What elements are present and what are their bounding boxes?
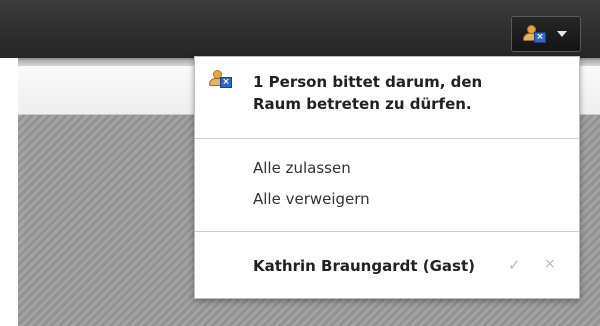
attendee-requests-button[interactable]: ×	[511, 16, 581, 52]
divider	[195, 231, 579, 232]
user-x-icon: ×	[209, 70, 233, 88]
request-message-line-1: 1 Person bittet darum, den	[253, 73, 483, 91]
top-toolbar: ×	[0, 0, 600, 58]
user-x-icon: ×	[523, 25, 547, 43]
request-summary: × 1 Person bittet darum, den Raum betret…	[195, 57, 579, 137]
request-message-line-2: Raum betreten zu dürfen.	[253, 95, 472, 113]
allow-all-menu-item[interactable]: Alle zulassen	[253, 159, 351, 177]
allow-check-icon[interactable]: ✓	[508, 256, 521, 274]
request-message: 1 Person bittet darum, den Raum betreten…	[253, 71, 553, 115]
guest-request-name: Kathrin Braungardt (Gast)	[253, 257, 475, 275]
deny-x-icon[interactable]: ×	[544, 256, 556, 272]
meeting-window: × × 1 Person bittet darum, den Raum betr…	[0, 0, 600, 326]
divider	[195, 138, 579, 139]
caret-down-icon	[557, 31, 567, 37]
deny-all-menu-item[interactable]: Alle verweigern	[253, 190, 370, 208]
entry-requests-dropdown: × 1 Person bittet darum, den Raum betret…	[194, 56, 580, 299]
left-strip	[0, 58, 18, 326]
